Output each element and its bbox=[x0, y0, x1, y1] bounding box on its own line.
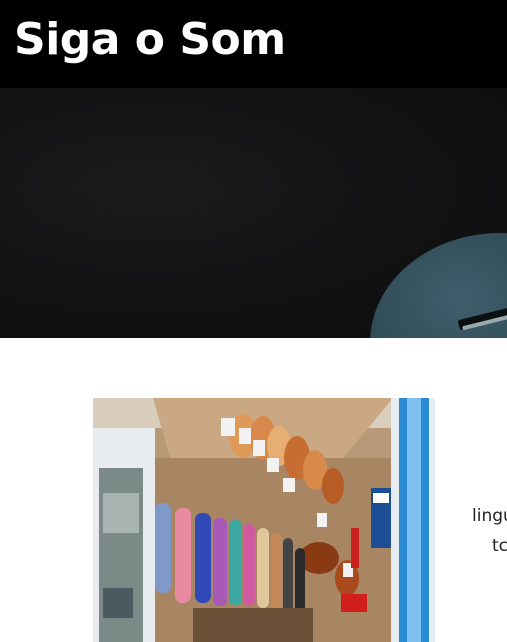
music-store-photo bbox=[93, 398, 435, 642]
hero-banner bbox=[0, 88, 507, 338]
site-header: Siga o Som bbox=[0, 0, 507, 88]
content-text-line-1: lingu bbox=[472, 506, 507, 526]
site-title: Siga o Som bbox=[14, 14, 286, 65]
content-text-line-2: tc bbox=[492, 536, 507, 556]
content-section: lingu tc bbox=[0, 338, 507, 642]
hero-guitar-image bbox=[370, 233, 507, 338]
